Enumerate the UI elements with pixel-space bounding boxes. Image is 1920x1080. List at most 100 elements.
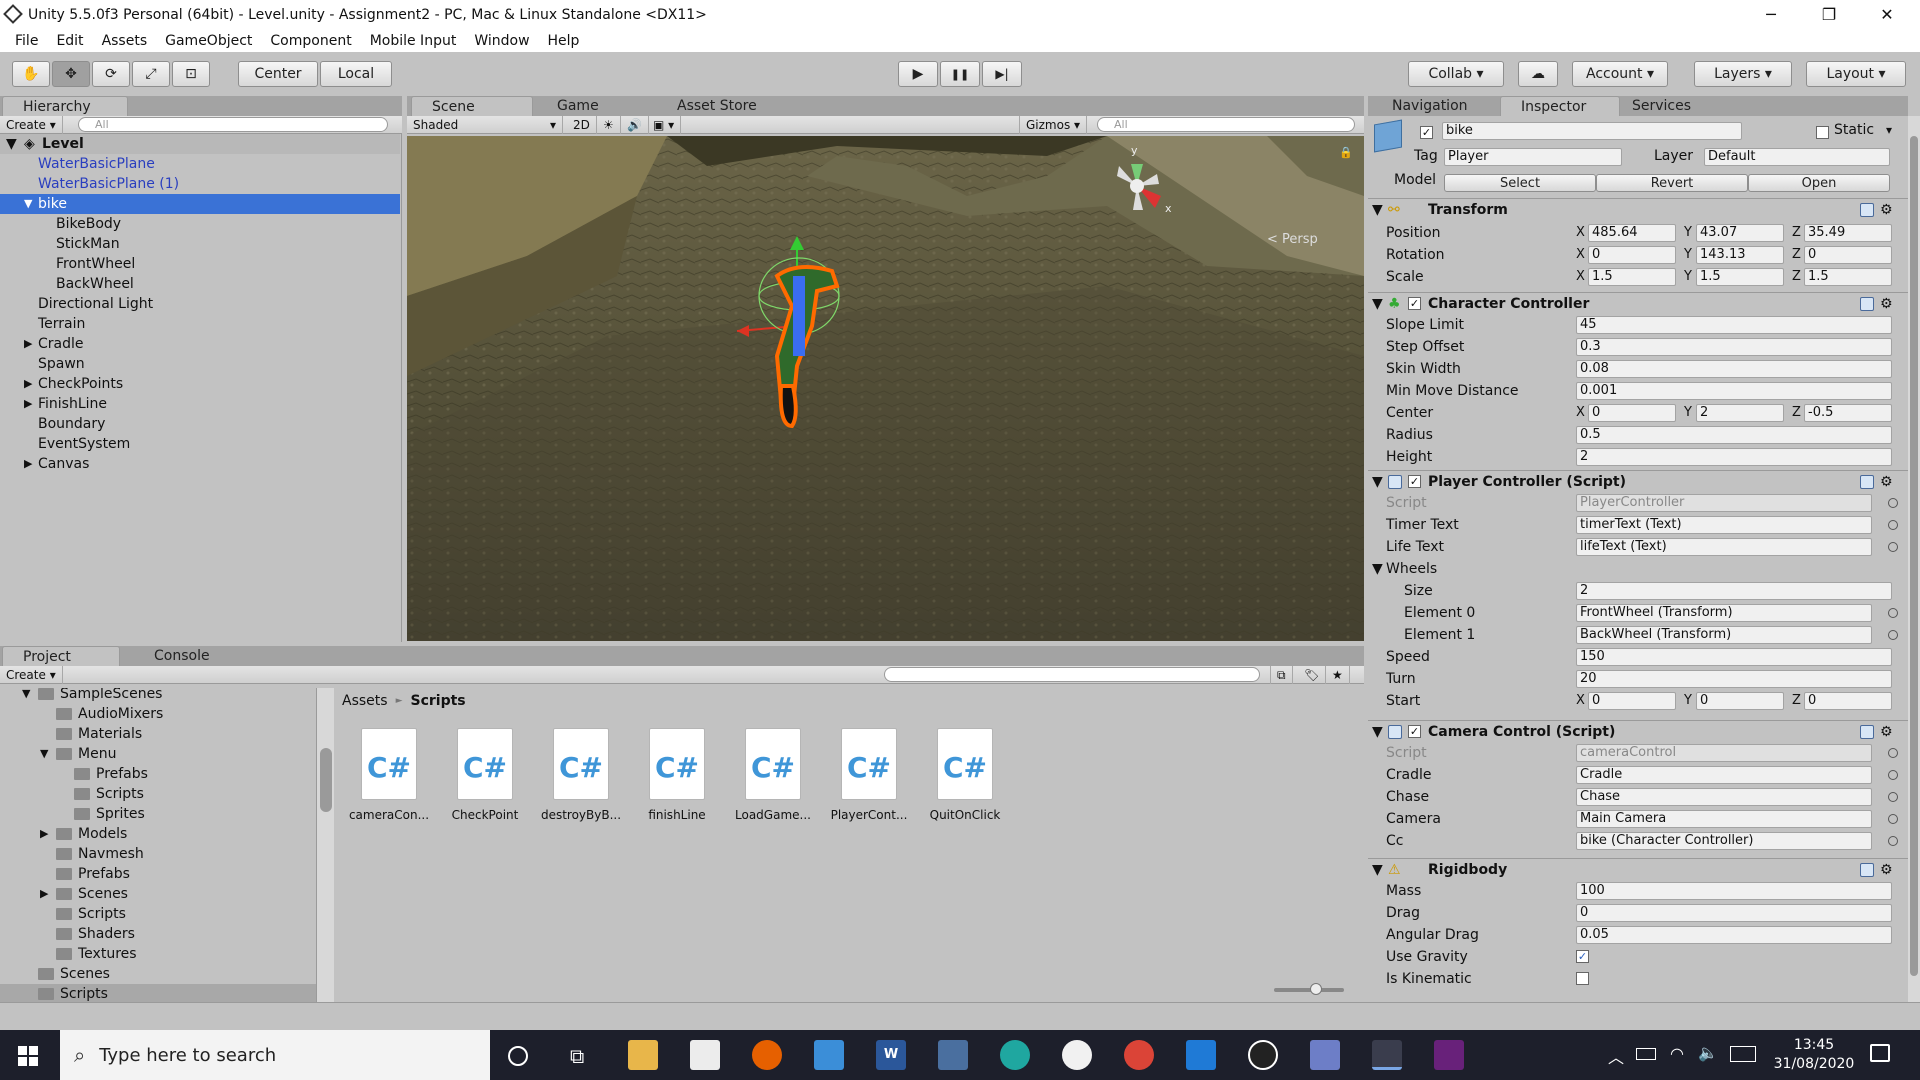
rotate-tool-button[interactable]: ⟳	[92, 61, 130, 87]
hierarchy-search-input[interactable]: All	[78, 117, 388, 132]
center-x-field[interactable]: 0	[1588, 404, 1676, 422]
hierarchy-expand-arrow-icon[interactable]: ▼	[24, 194, 32, 214]
pivot-center-button[interactable]: Center	[238, 61, 318, 87]
layers-dropdown[interactable]: Layers ▾	[1694, 61, 1792, 87]
object-picker-icon[interactable]	[1888, 814, 1898, 824]
menu-edit[interactable]: Edit	[47, 33, 92, 49]
step-offset-field[interactable]: 0.3	[1576, 338, 1892, 356]
angular-drag-field[interactable]: 0.05	[1576, 926, 1892, 944]
tab-project[interactable]: Project	[2, 646, 120, 666]
projection-label[interactable]: < Persp	[1267, 232, 1318, 247]
rotation-x-field[interactable]: 0	[1588, 246, 1676, 264]
inspector-scrollbar-thumb[interactable]	[1910, 136, 1918, 976]
script-asset[interactable]: C# destroyByB...	[536, 728, 626, 822]
inspector-scrollbar[interactable]	[1908, 116, 1920, 1002]
hierarchy-item[interactable]: Terrain	[0, 314, 400, 334]
object-picker-icon[interactable]	[1888, 748, 1898, 758]
foldout-arrow-icon[interactable]: ▼	[1372, 558, 1383, 580]
clock[interactable]: 13:45 31/08/2020	[1772, 1036, 1856, 1074]
folder-expand-arrow-icon[interactable]: ▶	[40, 884, 48, 904]
store-icon[interactable]	[690, 1040, 720, 1070]
settings-gear-icon[interactable]: ⚙	[1880, 471, 1893, 493]
help-icon[interactable]	[1860, 863, 1874, 877]
script-asset[interactable]: C# QuitOnClick	[920, 728, 1010, 822]
hierarchy-item[interactable]: FrontWheel	[0, 254, 400, 274]
foldout-arrow-icon[interactable]: ▼	[1372, 293, 1383, 315]
project-search-input[interactable]	[884, 667, 1260, 682]
notifications-icon[interactable]	[1870, 1044, 1890, 1062]
rotation-y-field[interactable]: 143.13	[1696, 246, 1784, 264]
player-controller-enabled-checkbox[interactable]: ✓	[1408, 475, 1421, 488]
timer-text-field[interactable]: timerText (Text)	[1576, 516, 1872, 534]
close-button[interactable]: ✕	[1858, 0, 1916, 30]
menu-file[interactable]: File	[6, 33, 47, 49]
static-dropdown-arrow-icon[interactable]: ▾	[1886, 123, 1892, 137]
pause-button[interactable]: ❚❚	[940, 61, 980, 87]
play-button[interactable]: ▶	[898, 61, 938, 87]
camera-control-header[interactable]: ▼ ✓ Camera Control (Script) ⚙	[1368, 720, 1908, 742]
tab-hierarchy[interactable]: Hierarchy	[2, 96, 128, 116]
settings-gear-icon[interactable]: ⚙	[1880, 293, 1893, 315]
settings-gear-icon[interactable]: ⚙	[1880, 199, 1893, 221]
tab-asset-store[interactable]: Asset Store	[657, 96, 797, 116]
cortana-icon[interactable]	[508, 1046, 528, 1066]
unity-taskbar-icon[interactable]	[1372, 1040, 1402, 1070]
hand-tool-button[interactable]: ✋	[12, 61, 50, 87]
hierarchy-item[interactable]: WaterBasicPlane (1)	[0, 174, 400, 194]
object-picker-icon[interactable]	[1888, 608, 1898, 618]
foldout-arrow-icon[interactable]: ▼	[1372, 199, 1383, 221]
remote-app-icon[interactable]	[938, 1040, 968, 1070]
toggle-2d-button[interactable]: 2D	[567, 116, 597, 134]
hierarchy-item[interactable]: ▶ FinishLine	[0, 394, 400, 414]
icon-size-slider-thumb[interactable]	[1310, 983, 1322, 995]
scene-viewport[interactable]: y x 🔒 < Persp	[407, 136, 1364, 641]
shading-mode-dropdown[interactable]: Shaded ▾	[407, 116, 563, 134]
slope-limit-field[interactable]: 45	[1576, 316, 1892, 334]
hierarchy-item[interactable]: BikeBody	[0, 214, 400, 234]
firefox-icon[interactable]	[752, 1040, 782, 1070]
drag-field[interactable]: 0	[1576, 904, 1892, 922]
rect-tool-button[interactable]: ⊡	[172, 61, 210, 87]
chrome-icon[interactable]	[1124, 1040, 1154, 1070]
folder-expand-arrow-icon[interactable]: ▼	[40, 744, 48, 764]
project-folder-item[interactable]: Textures	[0, 944, 316, 964]
layout-dropdown[interactable]: Layout ▾	[1806, 61, 1906, 87]
filter-label-icon[interactable]: 🏷	[1298, 666, 1327, 684]
foldout-arrow-icon[interactable]: ▼	[1372, 721, 1383, 743]
menu-mobile-input[interactable]: Mobile Input	[361, 33, 466, 49]
project-folder-item[interactable]: Scripts	[0, 904, 316, 924]
mail-icon[interactable]	[814, 1040, 844, 1070]
script-asset[interactable]: C# finishLine	[632, 728, 722, 822]
step-button[interactable]: ▶|	[982, 61, 1022, 87]
project-folder-item[interactable]: AudioMixers	[0, 704, 316, 724]
start-y-field[interactable]: 0	[1696, 692, 1784, 710]
object-picker-icon[interactable]	[1888, 542, 1898, 552]
wifi-icon[interactable]: ◠	[1670, 1044, 1684, 1063]
project-folder-item[interactable]: Scripts	[0, 984, 316, 1002]
folder-expand-arrow-icon[interactable]: ▼	[22, 688, 30, 704]
project-folder-item[interactable]: ▼ SampleScenes	[0, 688, 316, 704]
hierarchy-item[interactable]: BackWheel	[0, 274, 400, 294]
foldout-arrow-icon[interactable]: ▼	[1372, 859, 1383, 881]
word-icon[interactable]: W	[876, 1040, 906, 1070]
menu-assets[interactable]: Assets	[93, 33, 157, 49]
transform-header[interactable]: ▼ ⚯ Transform ⚙	[1368, 198, 1908, 220]
hierarchy-item[interactable]: Directional Light	[0, 294, 400, 314]
radius-field[interactable]: 0.5	[1576, 426, 1892, 444]
tab-inspector[interactable]: Inspector	[1500, 96, 1620, 116]
project-folder-item[interactable]: ▼ Menu	[0, 744, 316, 764]
scene-root-row[interactable]: ▼ ◈ Level	[0, 134, 400, 154]
center-z-field[interactable]: -0.5	[1804, 404, 1892, 422]
model-open-button[interactable]: Open	[1748, 174, 1890, 192]
bike-gizmo[interactable]	[737, 236, 877, 436]
model-select-button[interactable]: Select	[1444, 174, 1596, 192]
project-folder-item[interactable]: Sprites	[0, 804, 316, 824]
tree-scrollbar-thumb[interactable]	[320, 748, 332, 812]
layer-dropdown[interactable]: Default	[1704, 148, 1890, 166]
pivot-local-button[interactable]: Local	[320, 61, 392, 87]
tab-console[interactable]: Console	[134, 646, 244, 666]
scale-z-field[interactable]: 1.5	[1804, 268, 1892, 286]
edge-icon[interactable]	[1000, 1040, 1030, 1070]
favorites-star-icon[interactable]: ★	[1326, 666, 1350, 684]
active-checkbox[interactable]: ✓	[1420, 126, 1433, 139]
